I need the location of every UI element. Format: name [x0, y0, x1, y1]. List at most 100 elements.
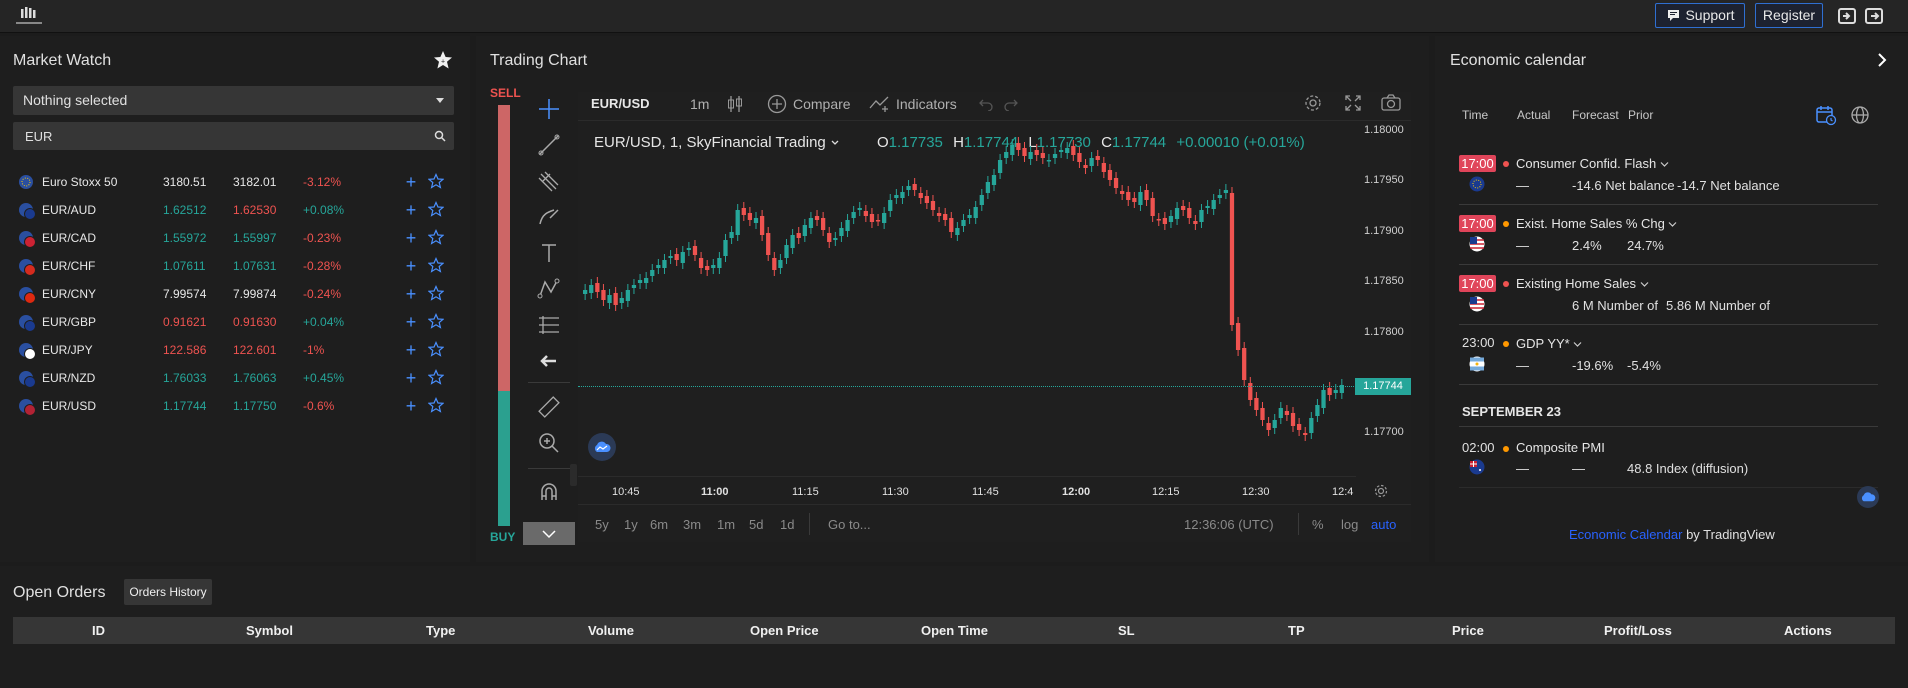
add-order-button[interactable]: +	[403, 311, 419, 333]
add-order-button[interactable]: +	[403, 171, 419, 193]
col-price[interactable]: Price	[1452, 617, 1484, 644]
col-type[interactable]: Type	[426, 617, 455, 644]
tradingview-logo[interactable]	[588, 433, 616, 461]
orders-history-tab[interactable]: Orders History	[124, 579, 212, 605]
register-button[interactable]: Register	[1755, 3, 1823, 28]
symbol-search-input[interactable]	[13, 122, 454, 150]
col-open-price[interactable]: Open Price	[750, 617, 819, 644]
brush-icon[interactable]	[536, 204, 562, 230]
favorite-star-icon[interactable]	[428, 285, 444, 301]
col-tp[interactable]: TP	[1288, 617, 1305, 644]
brand-logo-icon[interactable]	[12, 5, 46, 29]
chevron-right-icon[interactable]	[1876, 52, 1888, 68]
ruler-icon[interactable]	[536, 394, 562, 420]
market-watch-row[interactable]: EUR/USD 1.17744 1.17750 -0.6% +	[18, 395, 448, 417]
redo-icon[interactable]	[1003, 97, 1019, 111]
ec-event-title[interactable]: Composite PMI	[1516, 440, 1605, 455]
sell-button[interactable]	[498, 105, 510, 391]
market-watch-row[interactable]: EUR/JPY 122.586 122.601 -1% +	[18, 339, 448, 361]
ec-event-title[interactable]: GDP YY*	[1516, 336, 1582, 351]
open-orders-tab[interactable]: Open Orders	[13, 584, 105, 602]
tradingview-logo[interactable]	[1857, 486, 1879, 508]
market-watch-row[interactable]: EUR/CNY 7.99574 7.99874 -0.24% +	[18, 283, 448, 305]
prediction-icon[interactable]	[536, 312, 562, 338]
candles-icon[interactable]	[725, 94, 745, 114]
toolbar-collapse-button[interactable]	[570, 464, 577, 486]
magnet-icon[interactable]	[536, 480, 562, 506]
add-order-button[interactable]: +	[403, 283, 419, 305]
toolbar-more-button[interactable]	[523, 522, 575, 545]
indicators-button[interactable]: Indicators	[896, 96, 957, 112]
market-watch-row[interactable]: EUR/NZD 1.76033 1.76063 +0.45% +	[18, 367, 448, 389]
favorite-star-icon[interactable]	[428, 173, 444, 189]
zoom-in-icon[interactable]	[536, 430, 562, 456]
range-5d[interactable]: 5d	[749, 517, 763, 532]
log-scale-toggle[interactable]: log	[1341, 517, 1358, 532]
axis-settings-gear-icon[interactable]	[1373, 483, 1389, 499]
range-1m[interactable]: 1m	[717, 517, 735, 532]
calendar-filter-icon[interactable]	[1815, 104, 1837, 126]
logout-icon[interactable]	[1864, 6, 1884, 26]
col-sl[interactable]: SL	[1118, 617, 1135, 644]
favorite-star-icon[interactable]	[428, 341, 444, 357]
market-watch-row[interactable]: EUR/CHF 1.07611 1.07631 -0.28% +	[18, 255, 448, 277]
add-order-button[interactable]: +	[403, 255, 419, 277]
col-actions[interactable]: Actions	[1784, 617, 1832, 644]
favorite-star-icon[interactable]	[428, 397, 444, 413]
market-watch-row[interactable]: EUR/AUD 1.62512 1.62530 +0.08% +	[18, 199, 448, 221]
ec-footer-link[interactable]: Economic Calendar	[1569, 527, 1682, 542]
col-symbol[interactable]: Symbol	[246, 617, 293, 644]
indicators-icon[interactable]	[868, 94, 890, 114]
support-button[interactable]: Support	[1655, 3, 1745, 28]
col-open-time[interactable]: Open Time	[921, 617, 988, 644]
range-1y[interactable]: 1y	[624, 517, 638, 532]
goto-date-button[interactable]: Go to...	[828, 517, 871, 532]
compare-plus-icon[interactable]	[767, 94, 787, 114]
favorite-star-icon[interactable]	[428, 201, 444, 217]
pitchfork-icon[interactable]	[536, 168, 562, 194]
col-volume[interactable]: Volume	[588, 617, 634, 644]
add-order-button[interactable]: +	[403, 339, 419, 361]
favorite-star-icon[interactable]	[428, 257, 444, 273]
login-icon[interactable]	[1837, 6, 1857, 26]
market-watch-row[interactable]: EUR/CAD 1.55972 1.55997 -0.23% +	[18, 227, 448, 249]
auto-scale-toggle[interactable]: auto	[1371, 517, 1396, 532]
add-order-button[interactable]: +	[403, 199, 419, 221]
favorite-star-icon[interactable]	[428, 369, 444, 385]
ec-event-title[interactable]: Existing Home Sales	[1516, 276, 1649, 291]
col-id[interactable]: ID	[92, 617, 105, 644]
col-profit-loss[interactable]: Profit/Loss	[1604, 617, 1672, 644]
compare-button[interactable]: Compare	[793, 96, 851, 112]
crosshair-icon[interactable]	[536, 96, 562, 122]
add-order-button[interactable]: +	[403, 367, 419, 389]
settings-gear-icon[interactable]	[1303, 93, 1323, 113]
percent-scale-toggle[interactable]: %	[1312, 517, 1324, 532]
undo-icon[interactable]	[978, 97, 994, 111]
range-1d[interactable]: 1d	[780, 517, 794, 532]
fullscreen-icon[interactable]	[1343, 93, 1363, 113]
trend-line-icon[interactable]	[536, 132, 562, 158]
buy-button[interactable]	[498, 391, 510, 526]
range-5y[interactable]: 5y	[595, 517, 609, 532]
add-order-button[interactable]: +	[403, 227, 419, 249]
camera-icon[interactable]	[1380, 93, 1402, 113]
ec-event-title[interactable]: Exist. Home Sales % Chg	[1516, 216, 1677, 231]
search-icon[interactable]	[434, 130, 446, 142]
range-3m[interactable]: 3m	[683, 517, 701, 532]
arrow-left-icon[interactable]	[536, 348, 562, 374]
text-tool-icon[interactable]	[536, 240, 562, 266]
interval-selector[interactable]: 1m	[690, 96, 709, 112]
globe-icon[interactable]	[1850, 105, 1870, 125]
range-6m[interactable]: 6m	[650, 517, 668, 532]
market-watch-row[interactable]: EUR/GBP 0.91621 0.91630 +0.04% +	[18, 311, 448, 333]
favorite-star-icon[interactable]	[428, 313, 444, 329]
pattern-icon[interactable]	[536, 276, 562, 302]
symbol-group-select[interactable]: Nothing selected	[13, 86, 454, 115]
utc-clock[interactable]: 12:36:06 (UTC)	[1184, 517, 1274, 532]
favorite-star-icon[interactable]	[428, 229, 444, 245]
candlestick-series[interactable]	[578, 120, 1353, 476]
market-watch-row[interactable]: Euro Stoxx 50 3180.51 3182.01 -3.12% +	[18, 171, 448, 193]
add-order-button[interactable]: +	[403, 395, 419, 417]
symbol-selector[interactable]: EUR/USD	[591, 96, 650, 111]
favorites-star-icon[interactable]: +	[433, 50, 453, 70]
